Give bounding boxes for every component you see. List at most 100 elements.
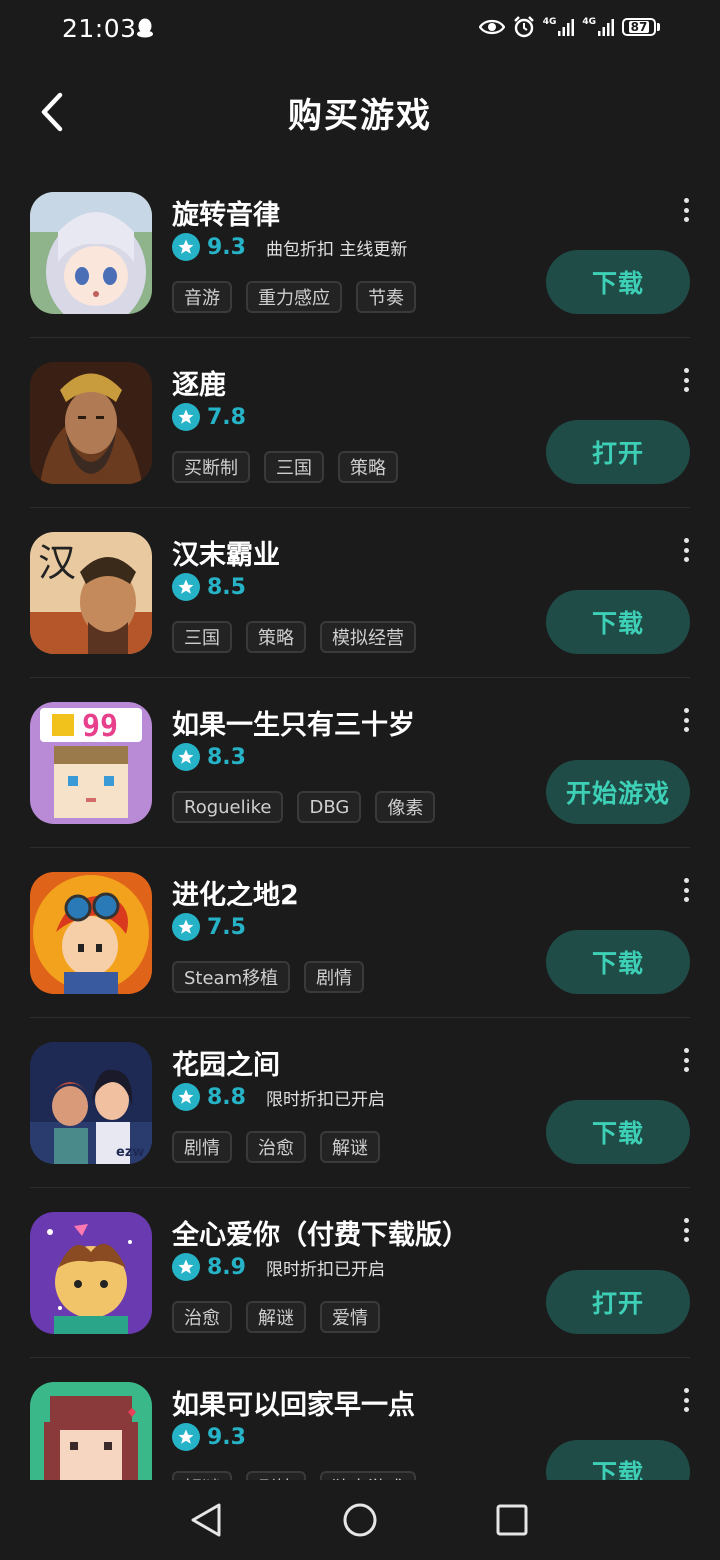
game-list-item[interactable]: 全心爱你（付费下载版） 8.9 限时折扣已开启 治愈 解谜 爱情 打开 [0, 1188, 720, 1358]
tag[interactable]: 像素 [375, 791, 436, 823]
game-icon-xuanzhuan-yinlv[interactable] [30, 192, 152, 314]
rating-score: 7.5 [207, 914, 246, 940]
game-name[interactable]: 如果可以回家早一点 [172, 1383, 415, 1422]
game-icon-ruguo-yisheng[interactable]: 99 [30, 702, 152, 824]
more-options-button[interactable] [676, 1218, 696, 1242]
tag[interactable]: 三国 [172, 621, 232, 653]
tag-list: Steam移植 剧情 [172, 961, 365, 993]
game-name[interactable]: 汉末霸业 [172, 533, 280, 572]
signal-1-icon: 4G [543, 18, 575, 36]
battery-level: 87 [628, 20, 650, 34]
nav-recent-button[interactable] [490, 1498, 534, 1542]
game-name[interactable]: 进化之地2 [172, 873, 299, 912]
game-list-item[interactable]: 旋转音律 9.3 曲包折扣 主线更新 音游 重力感应 节奏 下载 [0, 168, 720, 338]
network-type-1: 4G [542, 17, 557, 27]
tag[interactable]: 买断制 [172, 451, 250, 483]
tag[interactable]: 解谜 [172, 1471, 232, 1480]
rating: 8.5 [172, 571, 266, 603]
promo-text: 曲包折扣 主线更新 [265, 239, 408, 260]
rating-score: 8.8 [207, 1084, 246, 1110]
tag[interactable]: Steam移植 [172, 961, 291, 993]
more-options-button[interactable] [676, 368, 696, 392]
game-list[interactable]: 旋转音律 9.3 曲包折扣 主线更新 音游 重力感应 节奏 下载 逐鹿 7.8 … [0, 168, 720, 1480]
game-list-item[interactable]: ezw 花园之间 8.8 限时折扣已开启 剧情 治愈 解谜 下载 [0, 1018, 720, 1188]
game-icon-quanxin-aini[interactable] [30, 1212, 152, 1334]
nav-home-button[interactable] [338, 1498, 382, 1542]
tag-list: 剧情 治愈 解谜 [172, 1131, 380, 1163]
tag[interactable]: DBG [297, 791, 362, 823]
game-icon-zhulu[interactable] [30, 362, 152, 484]
game-name[interactable]: 全心爱你（付费下载版） [172, 1213, 469, 1252]
icon-art-text: 汉 [38, 541, 76, 585]
tag[interactable]: 音游 [172, 281, 232, 313]
game-name[interactable]: 花园之间 [172, 1043, 280, 1082]
play-button[interactable]: 开始游戏 [546, 760, 690, 824]
game-icon-jinhua-zhidi-2[interactable] [30, 872, 152, 994]
game-icon-ruguo-keyi-huijia[interactable] [30, 1382, 152, 1480]
tag[interactable]: Roguelike [172, 791, 284, 823]
game-icon-hanmo-baye[interactable]: 汉 [30, 532, 152, 654]
download-button[interactable]: 下载 [546, 250, 690, 314]
tag[interactable]: 解谜 [320, 1131, 380, 1163]
status-bar: 21:03 4G 4G 87 [0, 0, 720, 58]
tag[interactable]: 策略 [338, 451, 398, 483]
game-name[interactable]: 旋转音律 [172, 193, 280, 232]
tag[interactable]: 剧情 [246, 1471, 306, 1480]
tag[interactable]: 重力感应 [246, 281, 342, 313]
tag[interactable]: 独立游戏 [320, 1471, 416, 1480]
more-options-button[interactable] [676, 708, 696, 732]
rating-score: 7.8 [207, 404, 246, 430]
tag[interactable]: 治愈 [172, 1301, 232, 1333]
star-icon [172, 573, 200, 601]
tag[interactable]: 解谜 [246, 1301, 306, 1333]
download-button[interactable]: 下载 [546, 590, 690, 654]
more-options-button[interactable] [676, 1048, 696, 1072]
rating-score: 8.5 [207, 574, 246, 600]
open-button[interactable]: 打开 [546, 1270, 690, 1334]
download-button[interactable]: 下载 [546, 1440, 690, 1480]
rating: 9.3 [172, 1421, 266, 1453]
rating: 8.3 [172, 741, 266, 773]
game-name[interactable]: 如果一生只有三十岁 [172, 703, 415, 742]
more-options-button[interactable] [676, 878, 696, 902]
more-options-button[interactable] [676, 538, 696, 562]
more-options-button[interactable] [676, 198, 696, 222]
tag[interactable]: 剧情 [172, 1131, 232, 1163]
tag[interactable]: 策略 [246, 621, 306, 653]
nav-back-button[interactable] [184, 1498, 228, 1542]
game-list-item[interactable]: 进化之地2 7.5 Steam移植 剧情 下载 [0, 848, 720, 1018]
icon-art-text: 99 [82, 709, 118, 744]
tag-list: 三国 策略 模拟经营 [172, 621, 416, 653]
download-button[interactable]: 下载 [546, 930, 690, 994]
rating: 9.3 曲包折扣 主线更新 [172, 231, 407, 263]
download-button[interactable]: 下载 [546, 1100, 690, 1164]
navigation-bar [0, 1480, 720, 1560]
open-button[interactable]: 打开 [546, 420, 690, 484]
game-list-item[interactable]: 如果可以回家早一点 9.3 解谜 剧情 独立游戏 下载 [0, 1358, 720, 1480]
status-time: 21:03 [62, 14, 137, 43]
tag[interactable]: 剧情 [304, 961, 365, 993]
tag[interactable]: 模拟经营 [320, 621, 416, 653]
tag[interactable]: 三国 [264, 451, 324, 483]
triangle-back-icon [191, 1503, 221, 1537]
battery-icon: 87 [622, 18, 660, 36]
more-options-button[interactable] [676, 1388, 696, 1412]
signal-2-icon: 4G [582, 18, 614, 36]
game-list-item[interactable]: 99 如果一生只有三十岁 8.3 Roguelike DBG 像素 开始游戏 [0, 678, 720, 848]
game-icon-huayuan-zhijian[interactable]: ezw [30, 1042, 152, 1164]
star-icon [172, 1083, 200, 1111]
rating: 7.5 [172, 911, 266, 943]
network-type-2: 4G [582, 17, 596, 27]
tag-list: 音游 重力感应 节奏 [172, 281, 416, 313]
rating-score: 9.3 [207, 1424, 246, 1450]
tag[interactable]: 治愈 [246, 1131, 306, 1163]
tag[interactable]: 节奏 [356, 281, 416, 313]
status-icons: 4G 4G 87 [478, 16, 660, 38]
game-list-item[interactable]: 逐鹿 7.8 买断制 三国 策略 打开 [0, 338, 720, 508]
game-list-item[interactable]: 汉 汉末霸业 8.5 三国 策略 模拟经营 下载 [0, 508, 720, 678]
square-recent-icon [496, 1504, 528, 1536]
header: 购买游戏 [0, 70, 720, 154]
tag[interactable]: 爱情 [320, 1301, 380, 1333]
game-name[interactable]: 逐鹿 [172, 363, 226, 402]
eye-icon [478, 19, 505, 35]
